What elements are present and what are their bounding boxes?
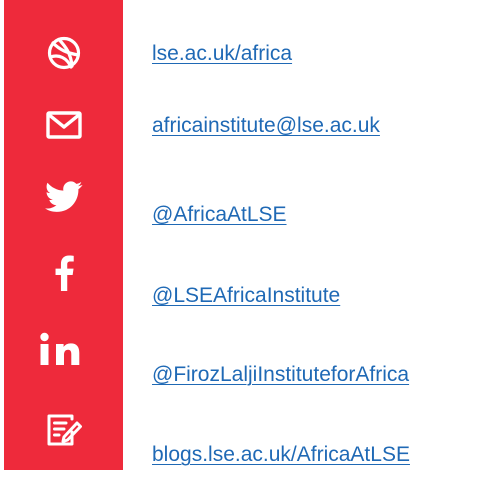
facebook-icon (45, 254, 83, 292)
email-link[interactable]: africainstitute@lse.ac.uk (152, 114, 380, 138)
twitter-icon (45, 178, 83, 216)
twitter-link[interactable]: @AfricaAtLSE (152, 203, 287, 227)
website-link[interactable]: lse.ac.uk/africa (152, 42, 292, 66)
envelope-icon (45, 106, 83, 144)
blog-icon (45, 411, 83, 449)
facebook-link[interactable]: @LSEAfricaInstitute (152, 284, 340, 308)
globe-icon (45, 34, 83, 72)
linkedin-icon (39, 330, 89, 368)
linkedin-link[interactable]: @FirozLaljiInstituteforAfrica (152, 363, 409, 387)
blog-link[interactable]: blogs.lse.ac.uk/AfricaAtLSE (152, 443, 410, 467)
contact-panel: lse.ac.uk/africa africainstitute@lse.ac.… (0, 0, 488, 488)
